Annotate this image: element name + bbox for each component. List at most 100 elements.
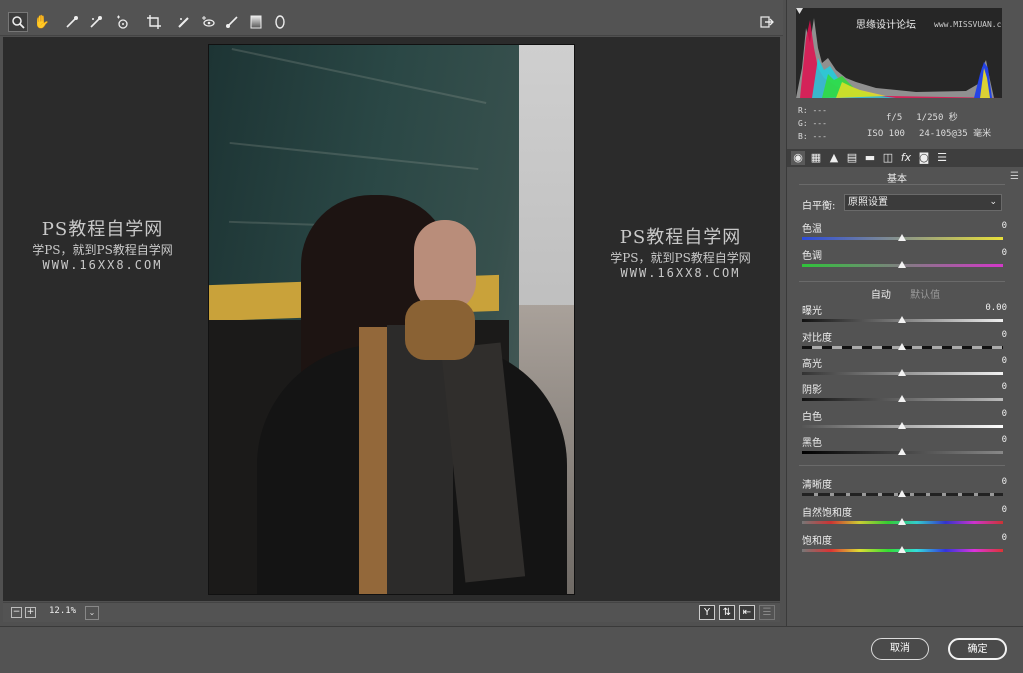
saturation-value[interactable]: 0 [957,533,1007,543]
watermark-subtitle: 学PS，就到PS教程自学网 [32,243,173,257]
watermark-title: PS教程自学网 [619,227,742,248]
hsl-icon[interactable]: ▤ [845,151,859,165]
copy-settings-button[interactable]: ⇤ [739,605,755,620]
split-toning-icon[interactable]: ▬ [863,151,877,165]
highlights-value[interactable]: 0 [957,356,1007,366]
zoom-level: 12.1% [49,606,77,616]
blacks-label: 黑色 [802,438,822,449]
whites-label: 白色 [802,412,822,423]
lens-value: 24-105@35 毫米 [918,129,992,139]
hand-icon[interactable]: ✋ [32,12,52,32]
white-balance-label: 白平衡: [802,201,836,212]
shadows-slider-thumb[interactable] [898,395,906,402]
zoom-in-button[interactable]: + [25,607,36,618]
shadows-label: 阴影 [802,385,822,396]
contrast-label: 对比度 [802,333,832,344]
brush-icon[interactable] [222,12,242,32]
presets-icon[interactable]: ☰ [935,151,949,165]
chevron-down-icon: ⌄ [989,197,997,207]
white-balance-value: 原照设置 [848,197,888,208]
white-balance-select[interactable]: 原照设置 ⌄ [844,194,1002,211]
histogram: 思缘设计论坛 www.MISSVUAN.com [796,8,1002,98]
effects-icon[interactable]: fx [899,151,913,165]
target-adjust-icon[interactable] [112,12,132,32]
tool-bar: ✋ [0,0,783,36]
saturation-label: 饱和度 [802,536,832,547]
adjustment-panel: 思缘设计论坛 www.MISSVUAN.com R: --- G: --- B:… [786,0,1023,626]
open-export-icon[interactable] [757,12,777,32]
histogram-watermark: 思缘设计论坛 [856,20,916,31]
photo-preview[interactable] [208,44,575,595]
canvas-status-bar: − + 12.1% ⌄ Y ⇅ ⇤ ☰ [3,602,780,622]
watermark-subtitle: 学PS，就到PS教程自学网 [610,251,751,265]
exposure-value[interactable]: 0.00 [957,303,1007,313]
detail-icon[interactable]: ▲ [827,151,841,165]
color-sampler-icon[interactable] [86,12,106,32]
panel-menu-icon[interactable]: ☰ [1010,171,1019,182]
watermark-url: WWW.16XX8.COM [42,258,163,272]
vibrance-label: 自然饱和度 [802,508,852,519]
highlights-label: 高光 [802,359,822,370]
green-readout: G: --- [798,119,827,128]
dialog-footer: 取消 确定 [0,626,1023,673]
tint-value[interactable]: 0 [957,248,1007,258]
blacks-slider-thumb[interactable] [898,448,906,455]
contrast-slider-thumb[interactable] [898,343,906,350]
divider [799,281,1005,282]
highlights-slider-thumb[interactable] [898,369,906,376]
auto-link[interactable]: 自动 [871,290,891,301]
contrast-value[interactable]: 0 [957,330,1007,340]
watermark-title: PS教程自学网 [41,219,164,240]
tone-curve-icon[interactable]: ▦ [809,151,823,165]
camera-calibration-icon[interactable]: ◙ [917,151,931,165]
saturation-slider-thumb[interactable] [898,546,906,553]
watermark-right: PS教程自学网 学PS，就到PS教程自学网 WWW.16XX8.COM [593,223,768,280]
panel-tabs: ◉ ▦ ▲ ▤ ▬ ◫ fx ◙ ☰ [787,149,1023,167]
lens-icon[interactable]: ◫ [881,151,895,165]
temperature-label: 色温 [802,224,822,235]
basic-icon[interactable]: ◉ [791,151,805,165]
watermark-url: WWW.16XX8.COM [620,266,741,280]
camera-info: f/5 1/250 秒 ISO 100 24-105@35 毫米 [859,110,991,142]
exposure-label: 曝光 [802,306,822,317]
before-after-view-button[interactable]: Y [699,605,715,620]
whites-slider-thumb[interactable] [898,422,906,429]
exposure-slider-thumb[interactable] [898,316,906,323]
panel-section-title: 基本 [887,174,907,185]
toggle-settings-button[interactable]: ☰ [759,605,775,620]
clarity-value[interactable]: 0 [957,477,1007,487]
ok-button[interactable]: 确定 [948,638,1007,660]
clarity-slider-thumb[interactable] [898,490,906,497]
temperature-value[interactable]: 0 [957,221,1007,231]
zoom-dropdown[interactable]: ⌄ [85,606,99,620]
watermark-left: PS教程自学网 学PS，就到PS教程自学网 WWW.16XX8.COM [15,215,190,272]
shadows-value[interactable]: 0 [957,382,1007,392]
temperature-slider-thumb[interactable] [898,234,906,241]
gradient-icon[interactable] [246,12,266,32]
tint-label: 色调 [802,251,822,262]
rgb-readout: R: --- G: --- B: --- [798,104,827,143]
spot-removal-icon[interactable] [174,12,194,32]
vibrance-slider-thumb[interactable] [898,518,906,525]
zoom-out-button[interactable]: − [11,607,22,618]
divider [799,465,1005,466]
tint-slider-thumb[interactable] [898,261,906,268]
swap-settings-button[interactable]: ⇅ [719,605,735,620]
whites-value[interactable]: 0 [957,409,1007,419]
eyedropper-icon[interactable] [62,12,82,32]
shutter-value: 1/250 秒 [916,113,958,123]
divider [799,184,1005,185]
cancel-button[interactable]: 取消 [871,638,929,660]
blacks-value[interactable]: 0 [957,435,1007,445]
default-link[interactable]: 默认值 [910,290,940,301]
auto-default-links: 自动 默认值 [787,286,1023,301]
clarity-label: 清晰度 [802,480,832,491]
radial-icon[interactable] [270,12,290,32]
red-eye-icon[interactable] [198,12,218,32]
image-canvas[interactable]: PS教程自学网 学PS，就到PS教程自学网 WWW.16XX8.COM PS教程… [3,37,780,601]
blue-readout: B: --- [798,132,827,141]
crop-icon[interactable] [144,12,164,32]
zoom-tool-magnifier-icon[interactable] [8,12,28,32]
vibrance-value[interactable]: 0 [957,505,1007,515]
red-readout: R: --- [798,106,827,115]
